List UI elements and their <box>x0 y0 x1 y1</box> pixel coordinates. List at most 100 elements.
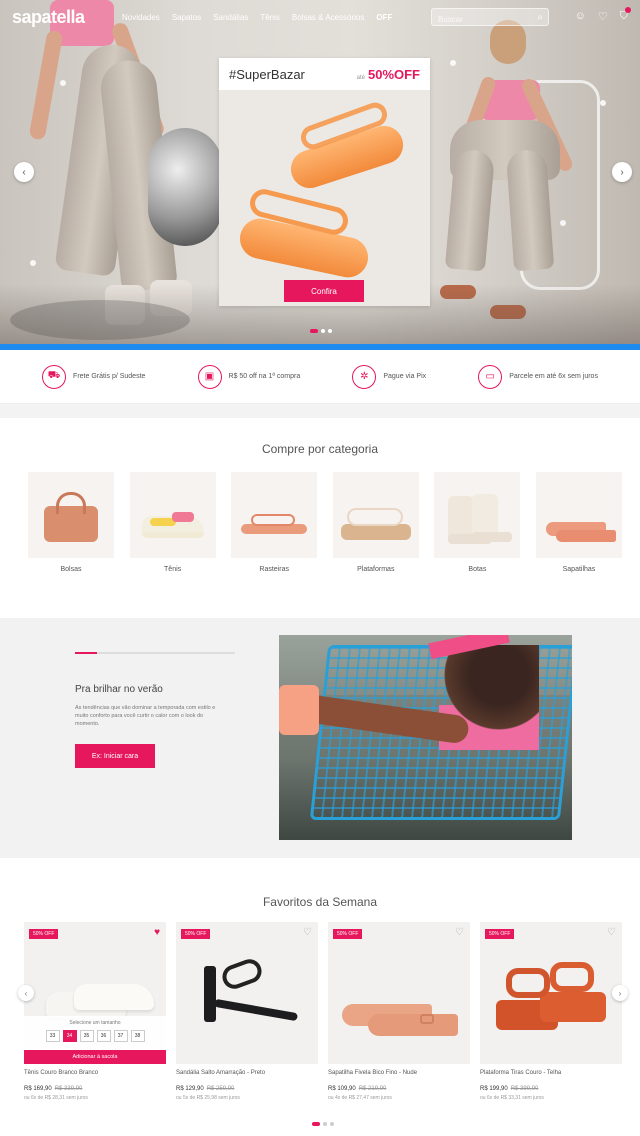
product-old-price: R$ 339,90 <box>54 1086 83 1092</box>
nav-tenis[interactable]: Tênis <box>260 13 280 22</box>
category-label: Plataformas <box>357 566 395 573</box>
benefit-item: ▣ R$ 50 off na 1ª compra <box>197 364 301 389</box>
benefit-item: ✲ Pague via Pix <box>352 364 426 389</box>
benefits-bar: ⛟ Frete Grátis p/ Sudeste ▣ R$ 50 off na… <box>0 350 640 404</box>
size-options: 33 34 35 36 37 38 <box>24 1030 166 1042</box>
promo-title: #SuperBazar <box>229 66 305 82</box>
category-label: Rasteiras <box>259 566 289 573</box>
nav-sandalias[interactable]: Sandálias <box>213 13 248 22</box>
benefit-item: ⛟ Frete Grátis p/ Sudeste <box>42 364 146 389</box>
product-name[interactable]: Plataforma Tiras Couro - Telha <box>480 1070 622 1076</box>
hero-banner[interactable]: sapatella Novidades Sapatos Sandálias Tê… <box>0 0 640 350</box>
user-icon[interactable]: ☺ <box>575 10 586 23</box>
product-installments: ou 6x de R$ 33,31 sem juros <box>480 1095 544 1101</box>
category-label: Sapatilhas <box>562 566 596 573</box>
product-carousel: 50% OFF ♥ Selecione um tamanho 33 34 35 … <box>24 922 624 1101</box>
hero-prev-arrow[interactable]: ‹ <box>14 162 34 182</box>
promo-cta-button[interactable]: Confira <box>284 280 364 302</box>
benefit-label: Frete Grátis p/ Sudeste <box>73 373 146 380</box>
search-icon[interactable]: ⌕ <box>537 12 543 23</box>
disco-ball <box>148 128 222 246</box>
products-dot[interactable] <box>312 1122 320 1126</box>
category-image <box>129 472 216 558</box>
product-image[interactable]: 50% OFF ♡ <box>176 922 318 1064</box>
category-image <box>28 472 114 558</box>
favorite-heart-icon[interactable]: ♡ <box>303 927 312 938</box>
products-dot[interactable] <box>330 1122 334 1126</box>
benefit-label: R$ 50 off na 1ª compra <box>228 373 301 380</box>
categories-title: Compre por categoria <box>261 442 379 456</box>
search-input[interactable] <box>432 11 548 28</box>
category-label: Botas <box>468 566 487 573</box>
favorite-heart-icon[interactable]: ♡ <box>455 927 464 938</box>
category-label: Bolsas <box>60 566 82 573</box>
hero-dot[interactable] <box>328 329 332 333</box>
nav-bolsas-acessorios[interactable]: Bolsas & Acessórios <box>292 13 364 22</box>
product-card[interactable]: 50% OFF ♥ Selecione um tamanho 33 34 35 … <box>24 922 166 1101</box>
category-image <box>231 472 318 558</box>
product-name[interactable]: Sapatilha Fivela Bico Fino - Nude <box>328 1070 470 1076</box>
category-rasteiras[interactable]: Rasteiras <box>231 472 318 573</box>
product-name[interactable]: Tênis Couro Branco Branco <box>24 1070 166 1076</box>
category-botas[interactable]: Botas <box>434 472 521 573</box>
product-image[interactable]: 50% OFF ♥ Selecione um tamanho 33 34 35 … <box>24 922 166 1064</box>
cart-icon[interactable]: ⛉ <box>620 7 631 23</box>
product-price: R$ 169,90 R$ 339,90 <box>24 1086 83 1092</box>
product-image[interactable]: 50% OFF ♡ <box>328 922 470 1064</box>
hero-next-arrow[interactable]: › <box>612 162 632 182</box>
size-option-selected[interactable]: 34 <box>62 1030 77 1042</box>
add-to-bag-button[interactable]: Adicionar à sacola <box>24 1050 166 1064</box>
nav-off[interactable]: OFF <box>376 13 392 22</box>
promo-card[interactable]: #SuperBazar até 50%OFF Confira <box>219 58 430 306</box>
logo[interactable]: sapatella <box>12 7 122 28</box>
nav-sapatos[interactable]: Sapatos <box>172 13 201 22</box>
products-dot[interactable] <box>323 1122 327 1126</box>
product-price: R$ 199,90 R$ 399,90 <box>480 1086 539 1092</box>
products-prev-arrow[interactable]: ‹ <box>18 985 34 1001</box>
products-next-arrow[interactable]: › <box>612 985 628 1001</box>
size-option[interactable]: 37 <box>113 1030 128 1042</box>
category-label: Tênis <box>164 566 182 573</box>
product-installments: ou 6x de R$ 28,31 sem juros <box>24 1095 88 1101</box>
discount-badge: 50% OFF <box>181 929 211 939</box>
editorial-title: Pra brilhar no verão <box>75 684 163 695</box>
size-option[interactable]: 35 <box>79 1030 94 1042</box>
coupon-icon: ▣ <box>197 364 222 389</box>
hero-dot[interactable] <box>310 329 318 333</box>
editorial-photo[interactable] <box>279 635 572 840</box>
product-image[interactable]: 50% OFF ♡ <box>480 922 622 1064</box>
category-image <box>434 472 521 558</box>
editorial-cta-button[interactable]: Ex: Iniciar cara <box>75 744 155 768</box>
size-option[interactable]: 33 <box>45 1030 60 1042</box>
hero-pagination <box>310 329 332 333</box>
product-old-price: R$ 219,90 <box>358 1086 387 1092</box>
product-name[interactable]: Sandália Salto Amarração - Preto <box>176 1070 318 1076</box>
product-card[interactable]: 50% OFF ♡ Sandália Salto Amarração - Pre… <box>176 922 318 1101</box>
products-pagination <box>312 1122 334 1126</box>
promo-discount: até 50%OFF <box>356 66 420 82</box>
shoe-image <box>279 685 319 735</box>
product-old-price: R$ 399,90 <box>510 1086 539 1092</box>
product-card[interactable]: 50% OFF ♡ Sapatilha Fivela Bico Fino - N… <box>328 922 470 1101</box>
category-tenis[interactable]: Tênis <box>129 472 216 573</box>
promo-header: #SuperBazar até 50%OFF <box>219 58 430 90</box>
nav-novidades[interactable]: Novidades <box>122 13 160 22</box>
favorite-heart-icon[interactable]: ♥ <box>154 927 160 938</box>
heart-icon[interactable]: ♡ <box>598 10 608 23</box>
product-installments: ou 5x de R$ 25,98 sem juros <box>176 1095 240 1101</box>
card-icon: ▭ <box>478 364 503 389</box>
category-list: Bolsas Tênis Rasteiras Plataformas Botas… <box>28 472 622 573</box>
size-option[interactable]: 38 <box>130 1030 145 1042</box>
category-sapatilhas[interactable]: Sapatilhas <box>535 472 622 573</box>
product-price: R$ 129,90 R$ 259,90 <box>176 1086 235 1092</box>
product-installments: ou 4x de R$ 27,47 sem juros <box>328 1095 392 1101</box>
category-bolsas[interactable]: Bolsas <box>28 472 114 573</box>
product-card[interactable]: 50% OFF ♡ Plataforma Tiras Couro - Telha… <box>480 922 622 1101</box>
category-plataformas[interactable]: Plataformas <box>332 472 419 573</box>
favorite-heart-icon[interactable]: ♡ <box>607 927 616 938</box>
size-option[interactable]: 36 <box>96 1030 111 1042</box>
hero-dot[interactable] <box>321 329 325 333</box>
product-old-price: R$ 259,90 <box>206 1086 235 1092</box>
size-prompt: Selecione um tamanho <box>69 1020 121 1026</box>
discount-badge: 50% OFF <box>485 929 515 939</box>
